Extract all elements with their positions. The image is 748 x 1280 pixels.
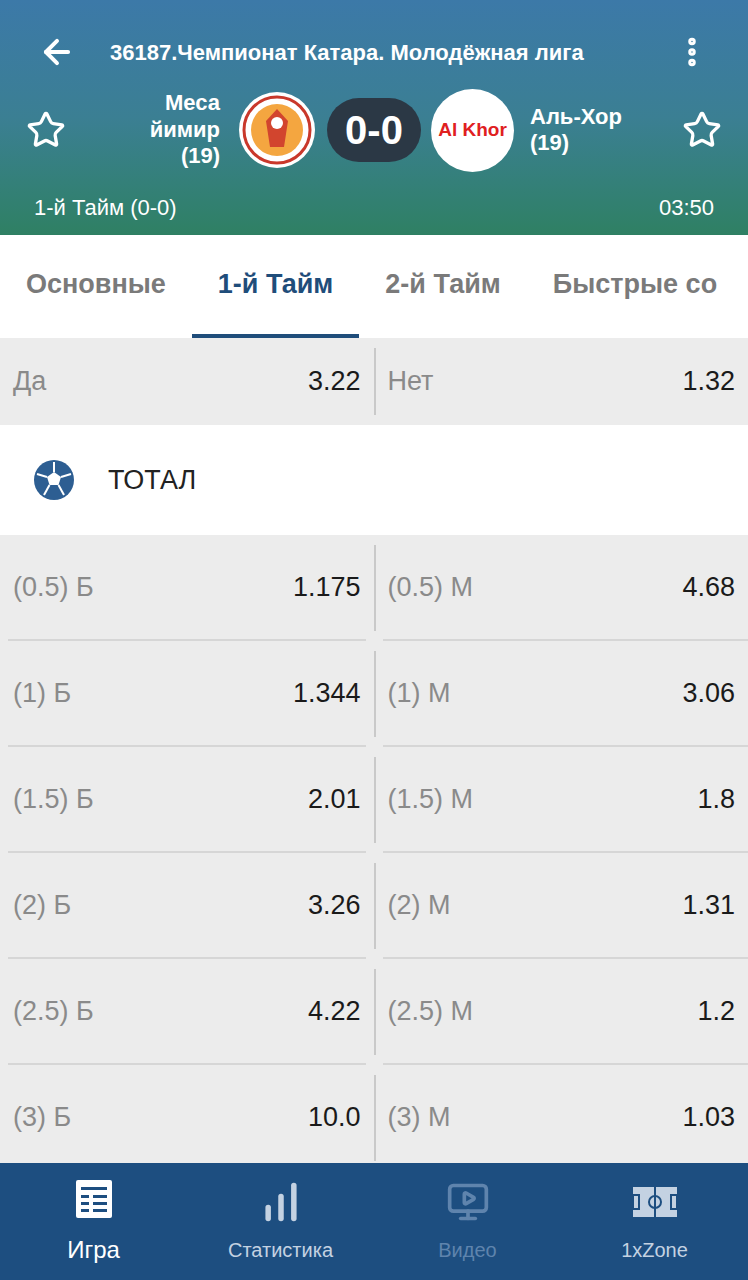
tab[interactable]: Быстрые со xyxy=(527,235,743,338)
odds-value: 1.03 xyxy=(682,1097,735,1138)
odds-label: (2.5) Б xyxy=(13,991,94,1032)
nav-item[interactable]: Статистика xyxy=(187,1163,374,1280)
more-icon[interactable] xyxy=(674,34,710,70)
odds-value: 3.26 xyxy=(308,885,361,926)
odds-cell[interactable]: (2) М 1.31 xyxy=(383,853,748,959)
field-icon xyxy=(631,1185,679,1219)
tab[interactable]: 1-й Тайм xyxy=(192,235,360,338)
odds-cell[interactable]: (1) Б 1.344 xyxy=(8,641,366,747)
odds-value: 10.0 xyxy=(308,1097,361,1138)
title-bar: 36187.Чемпионат Катара. Молодёжная лига xyxy=(0,24,748,80)
odds-label: (1.5) М xyxy=(388,779,474,820)
away-team-name: Аль-Хор(19) xyxy=(514,104,682,157)
nav-item[interactable]: Игра xyxy=(0,1163,187,1280)
statistics-icon xyxy=(259,1180,303,1224)
odds-value: 1.175 xyxy=(293,567,361,608)
odds-label: (0.5) М xyxy=(388,567,474,608)
football-icon xyxy=(33,459,75,501)
match-header: 36187.Чемпионат Катара. Молодёжная лига М… xyxy=(0,0,748,235)
home-team-name: Меса йимир(19) xyxy=(66,90,238,169)
nav-label: Статистика xyxy=(228,1235,333,1265)
odds-value: 1.31 xyxy=(682,885,735,926)
odds-label: (1.5) Б xyxy=(13,779,94,820)
odds-cell[interactable]: (3) Б 10.0 xyxy=(8,1065,366,1163)
odds-value: 2.01 xyxy=(308,779,361,820)
home-team-logo-icon xyxy=(238,91,316,169)
total-row: (2.5) Б 4.22 (2.5) М 1.2 xyxy=(0,959,748,1065)
nav-item[interactable]: 1xZone xyxy=(561,1163,748,1280)
home-team: Меса йимир(19) xyxy=(0,90,316,169)
score: 0-0 xyxy=(327,98,421,162)
column-divider xyxy=(374,348,376,415)
odds-cell[interactable]: (1) М 3.06 xyxy=(383,641,748,747)
match-status: 1-й Тайм (0-0) 03:50 xyxy=(0,180,748,235)
nav-label: Видео xyxy=(438,1235,496,1265)
odds-label: (2) Б xyxy=(13,885,71,926)
column-divider xyxy=(374,757,376,843)
odds-value: 3.22 xyxy=(308,361,361,402)
odds-label: (0.5) Б xyxy=(13,567,94,608)
odds-cell[interactable]: Да 3.22 xyxy=(8,338,366,425)
odds-cell[interactable]: Нет 1.32 xyxy=(383,338,748,425)
odds-value: 1.2 xyxy=(697,991,735,1032)
tab-bar: Основные1-й Тайм2-й ТаймБыстрые со xyxy=(0,235,748,338)
nav-label: 1xZone xyxy=(621,1235,688,1265)
column-divider xyxy=(374,651,376,737)
column-divider xyxy=(374,1075,376,1161)
odds-label: (3) Б xyxy=(13,1097,71,1138)
odds-cell[interactable]: (0.5) М 4.68 xyxy=(383,535,748,641)
nav-label: Игра xyxy=(67,1232,120,1268)
away-team: Al KhorАль-Хор(19) xyxy=(421,89,748,172)
section-title: ТОТАЛ xyxy=(108,460,196,501)
video-icon xyxy=(446,1180,490,1224)
odds-label: (2) М xyxy=(388,885,451,926)
odds-value: 1.32 xyxy=(682,361,735,402)
odds-label: Да xyxy=(13,361,46,402)
total-row: (2) Б 3.26 (2) М 1.31 xyxy=(0,853,748,959)
odds-cell[interactable]: (1.5) М 1.8 xyxy=(383,747,748,853)
total-row: (1.5) Б 2.01 (1.5) М 1.8 xyxy=(0,747,748,853)
column-divider xyxy=(374,863,376,949)
bottom-nav: Игра Статистика Видео 1xZone xyxy=(0,1163,748,1280)
odds-value: 4.22 xyxy=(308,991,361,1032)
odds-cell[interactable]: (2.5) М 1.2 xyxy=(383,959,748,1065)
odds-cell[interactable]: (0.5) Б 1.175 xyxy=(8,535,366,641)
back-arrow-icon[interactable] xyxy=(38,33,76,71)
odds-value: 3.06 xyxy=(682,673,735,714)
odds-label: Нет xyxy=(388,361,434,402)
column-divider xyxy=(374,545,376,631)
column-divider xyxy=(374,969,376,1055)
favorite-star-icon[interactable] xyxy=(682,110,722,150)
away-team-logo: Al Khor xyxy=(431,89,514,172)
period: 1-й Тайм (0-0) xyxy=(34,191,177,224)
odds-label: (1) М xyxy=(388,673,451,714)
odds-label: (2.5) М xyxy=(388,991,474,1032)
tab[interactable]: Основные xyxy=(0,235,192,338)
yes-no-row: Да 3.22 Нет 1.32 xyxy=(0,338,748,425)
odds-cell[interactable]: (2) Б 3.26 xyxy=(8,853,366,959)
favorite-star-icon[interactable] xyxy=(26,110,66,150)
odds-cell[interactable]: (2.5) Б 4.22 xyxy=(8,959,366,1065)
odds-value: 1.344 xyxy=(293,673,361,714)
match-time: 03:50 xyxy=(659,191,714,224)
teams-row: Меса йимир(19) 0-0Al KhorАль-Хор(19) xyxy=(0,80,748,180)
total-row: (3) Б 10.0 (3) М 1.03 xyxy=(0,1065,748,1163)
total-row: (0.5) Б 1.175 (0.5) М 4.68 xyxy=(0,535,748,641)
odds-label: (1) Б xyxy=(13,673,71,714)
odds-value: 4.68 xyxy=(682,567,735,608)
game-icon xyxy=(74,1178,114,1220)
odds-value: 1.8 xyxy=(697,779,735,820)
odds-cell[interactable]: (3) М 1.03 xyxy=(383,1065,748,1163)
league-title: 36187.Чемпионат Катара. Молодёжная лига xyxy=(110,36,640,69)
total-row: (1) Б 1.344 (1) М 3.06 xyxy=(0,641,748,747)
app: 36187.Чемпионат Катара. Молодёжная лига М… xyxy=(0,0,748,1280)
tab[interactable]: 2-й Тайм xyxy=(359,235,527,338)
odds-cell[interactable]: (1.5) Б 2.01 xyxy=(8,747,366,853)
nav-item: Видео xyxy=(374,1163,561,1280)
odds-label: (3) М xyxy=(388,1097,451,1138)
markets: Да 3.22 Нет 1.32 ТОТАЛ (0.5) Б 1.175 (0.5) М 4.6… xyxy=(0,338,748,1163)
section-header[interactable]: ТОТАЛ xyxy=(0,425,748,535)
